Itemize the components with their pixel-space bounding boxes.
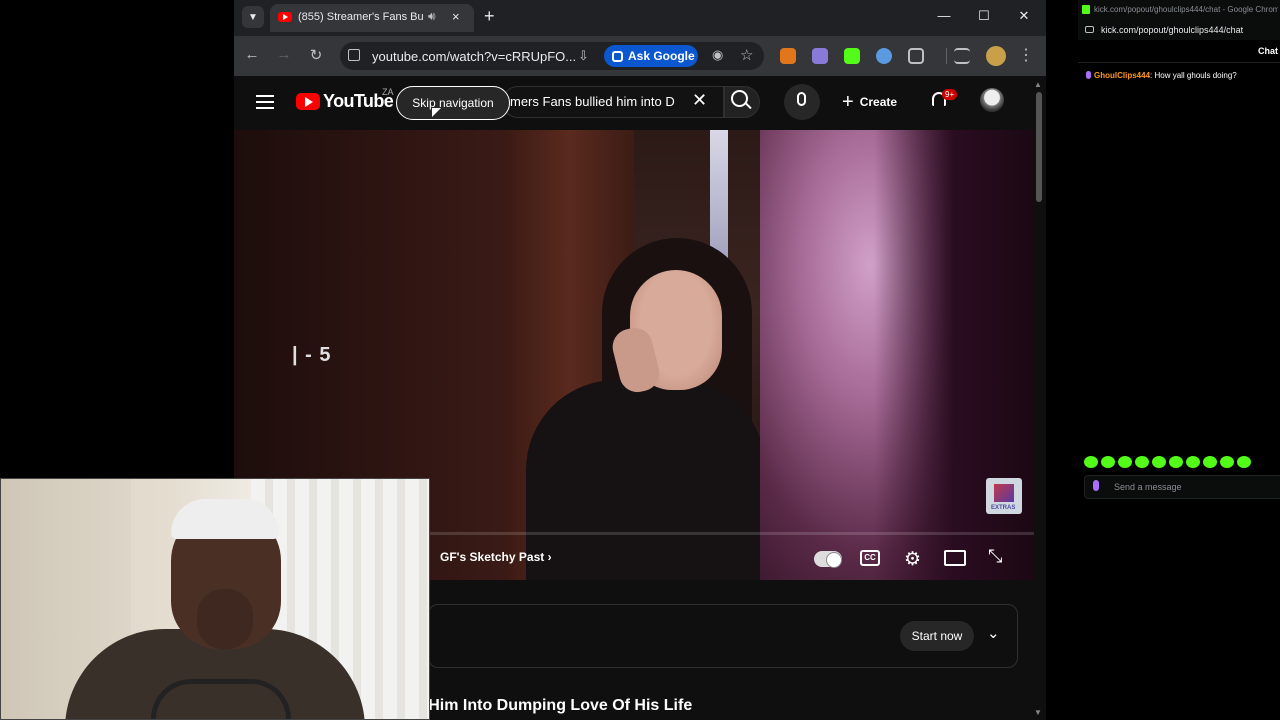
forward-arrow-icon[interactable]: →	[274, 46, 294, 63]
chat-url-text[interactable]: kick.com/popout/ghoulclips444/chat	[1101, 25, 1243, 35]
create-label: Create	[859, 95, 898, 109]
tab-strip: ▼ (855) Streamer's Fans Bullie 🔊︎ × + — …	[234, 0, 1046, 36]
browser-toolbar: ← → ↻ youtube.com/watch?v=cRRUpFO... ⇩ A…	[234, 36, 1046, 76]
emote-icon[interactable]	[1118, 456, 1132, 468]
video-overlay-counter: | - 5	[292, 344, 332, 366]
chat-message: GhoulClips444: How yall ghouls doing?	[1086, 71, 1280, 80]
site-info-icon[interactable]	[1085, 26, 1094, 33]
kick-chat-window: kick.com/popout/ghoulclips444/chat - Goo…	[1078, 0, 1280, 720]
maximize-button[interactable]: ☐	[974, 8, 994, 24]
site-info-icon[interactable]	[348, 49, 360, 61]
metamask-extension-icon[interactable]	[780, 48, 796, 64]
browser-tab-youtube[interactable]: (855) Streamer's Fans Bullie 🔊︎ ×	[270, 4, 474, 32]
url-text[interactable]: youtube.com/watch?v=cRRUpFO...	[372, 49, 576, 64]
profile-avatar[interactable]	[986, 46, 1006, 66]
youtube-logo-icon[interactable]	[296, 93, 320, 110]
chrome-menu-icon[interactable]: ⋮	[1018, 45, 1034, 65]
chat-input-placeholder[interactable]: Send a message	[1114, 482, 1182, 492]
address-bar[interactable]: youtube.com/watch?v=cRRUpFO... ⇩ Ask Goo…	[340, 42, 764, 70]
chapter-label: GF's Sketchy Past	[440, 550, 545, 564]
webcam-person-hand	[197, 589, 253, 649]
install-app-icon[interactable]: ⇩	[578, 48, 589, 64]
channel-watermark-text: EXTRAS	[991, 505, 1016, 511]
toolbar-divider	[946, 48, 947, 64]
new-tab-button[interactable]: +	[484, 6, 495, 26]
youtube-masthead: YouTube ZA mers Fans bullied him into D …	[234, 76, 1034, 130]
chat-window-title: kick.com/popout/ghoulclips444/chat - Goo…	[1094, 5, 1278, 14]
kick-logo-icon	[1082, 5, 1090, 14]
scroll-down-arrow-icon[interactable]: ▼	[1034, 708, 1042, 717]
webcam-microphone	[151, 679, 291, 719]
emote-icon[interactable]	[1169, 456, 1183, 468]
search-icon	[731, 90, 748, 107]
bookmark-star-icon[interactable]: ☆	[740, 46, 753, 64]
vpn-extension-icon[interactable]	[876, 48, 892, 64]
back-arrow-icon[interactable]: ←	[242, 46, 262, 63]
chevron-down-icon[interactable]: ⌄	[987, 624, 1000, 642]
emote-icon[interactable]	[1220, 456, 1234, 468]
emote-icon[interactable]	[1237, 456, 1251, 468]
clear-search-icon[interactable]: ✕	[692, 90, 707, 111]
emote-icon[interactable]	[1135, 456, 1149, 468]
theater-mode-icon[interactable]	[944, 550, 966, 566]
tracking-protection-icon[interactable]: ◉	[712, 47, 723, 63]
emote-icon[interactable]	[1152, 456, 1166, 468]
emote-icon[interactable]	[1101, 456, 1115, 468]
skip-navigation-button[interactable]: Skip navigation	[396, 86, 510, 120]
chat-username[interactable]: GhoulClips444	[1094, 71, 1150, 80]
settings-gear-icon[interactable]: ⚙	[904, 548, 921, 571]
fullscreen-icon[interactable]: ⤡	[988, 546, 1002, 567]
start-now-button[interactable]: Start now	[900, 621, 974, 651]
ghost-extension-icon[interactable]	[812, 48, 828, 64]
tab-search-button[interactable]: ▼	[242, 6, 264, 28]
emote-icon[interactable]	[1186, 456, 1200, 468]
emote-icon[interactable]	[1084, 456, 1098, 468]
emote-quick-bar	[1084, 456, 1280, 468]
webcam-person-cap	[171, 499, 279, 539]
chat-message-text: : How yall ghouls doing?	[1150, 71, 1237, 80]
ask-google-label: Ask Google	[628, 49, 695, 63]
account-avatar[interactable]	[980, 88, 1004, 112]
speaker-icon[interactable]: 🔊︎	[428, 9, 436, 24]
google-lens-icon	[612, 50, 623, 62]
youtube-favicon-icon	[278, 12, 292, 22]
chapter-title-button[interactable]: GF's Sketchy Past ›	[440, 550, 552, 564]
chat-divider	[1078, 62, 1280, 63]
plus-icon: +	[842, 90, 854, 113]
emote-icon[interactable]	[1203, 456, 1217, 468]
reload-icon[interactable]: ↻	[306, 46, 326, 64]
ask-google-button[interactable]: Ask Google	[604, 45, 698, 67]
chat-header-title: Chat	[1258, 46, 1278, 56]
chat-window-titlebar: kick.com/popout/ghoulclips444/chat - Goo…	[1078, 0, 1280, 20]
create-button[interactable]: + Create	[838, 85, 912, 119]
mouse-cursor-icon	[432, 108, 441, 117]
microphone-icon	[797, 92, 806, 106]
close-window-button[interactable]: ✕	[1014, 8, 1034, 24]
microphone-icon[interactable]	[1093, 480, 1099, 491]
guide-menu-icon[interactable]	[256, 95, 274, 113]
broadcaster-badge-icon	[1086, 71, 1091, 79]
subtitles-cc-button[interactable]: CC	[860, 550, 880, 566]
country-code: ZA	[382, 87, 394, 97]
media-controls-icon[interactable]	[954, 48, 970, 64]
minimize-button[interactable]: —	[934, 8, 954, 23]
notification-count-badge: 9+	[942, 89, 958, 100]
chevron-right-icon: ›	[547, 550, 552, 564]
tab-close-icon[interactable]: ×	[452, 9, 460, 24]
video-frame-person-body	[526, 380, 766, 580]
video-title: d Him Into Dumping Love Of His Life	[414, 697, 693, 714]
autoplay-toggle[interactable]	[814, 551, 842, 568]
kick-extension-icon[interactable]	[844, 48, 860, 64]
scroll-up-arrow-icon[interactable]: ▲	[1034, 80, 1042, 89]
search-query-text[interactable]: mers Fans bullied him into D	[510, 94, 690, 109]
webcam-overlay	[0, 478, 430, 720]
extensions-puzzle-icon[interactable]	[908, 48, 924, 64]
scrollbar-thumb[interactable]	[1036, 92, 1042, 202]
tab-title: (855) Streamer's Fans Bullie	[298, 11, 424, 23]
